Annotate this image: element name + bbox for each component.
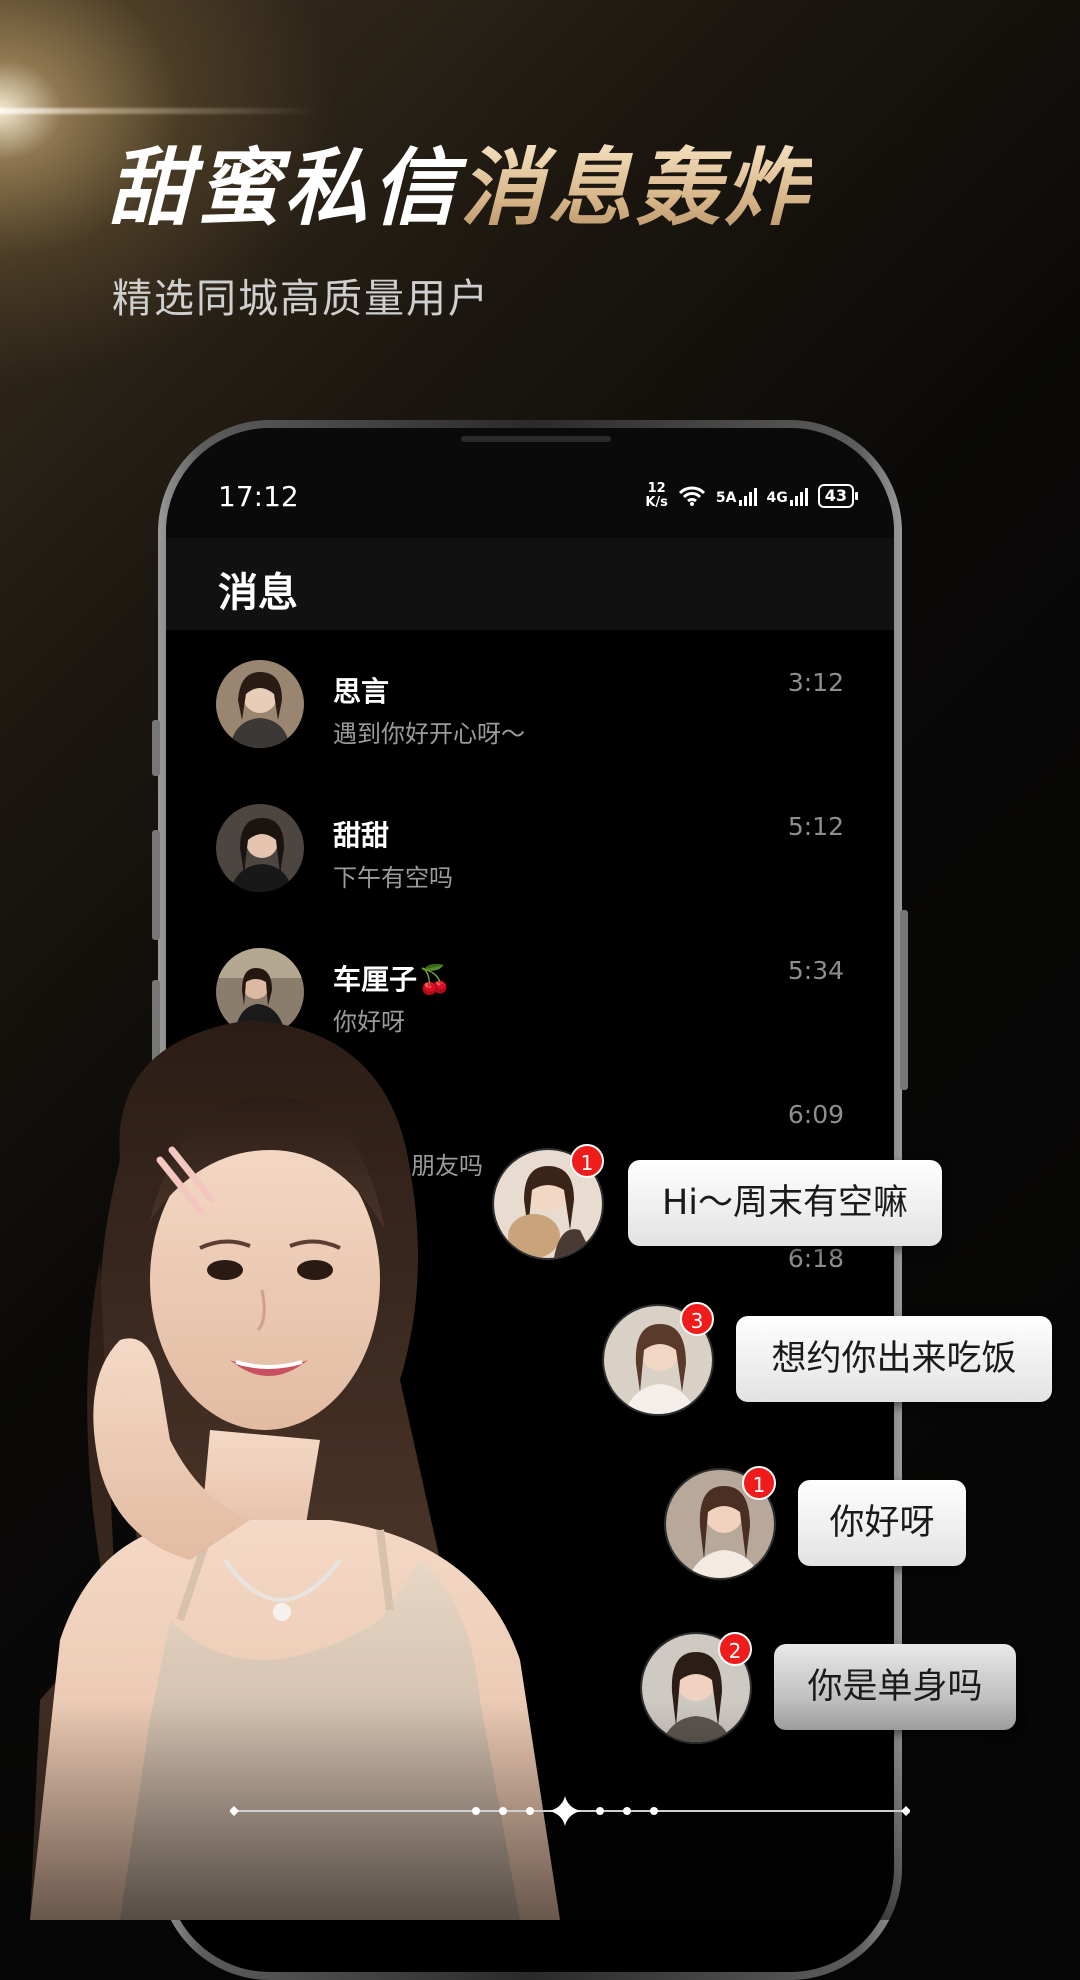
pager-dot — [596, 1807, 604, 1815]
message-row[interactable]: 思言 遇到你好开心呀～ 3:12 — [166, 640, 894, 784]
pager-end-diamond — [901, 1806, 910, 1816]
net-speed-unit: K/s — [645, 495, 668, 510]
pager-dot — [526, 1807, 534, 1815]
pager-dot — [650, 1807, 658, 1815]
message-name: 车厘子🍒 — [333, 963, 452, 996]
signal-sim1: 5A — [716, 486, 757, 506]
unread-badge: 2 — [718, 1632, 752, 1666]
status-icons: 12 K/s 5A 4G 43 — [645, 482, 859, 510]
message-time: 3:12 — [787, 668, 844, 697]
signal-sim2: 4G — [767, 486, 808, 506]
page-indicator — [230, 1796, 910, 1826]
phone-side-button — [152, 720, 160, 776]
status-bar: 17:12 12 K/s 5A 4G 43 — [166, 428, 894, 538]
message-name: 思言 — [333, 675, 390, 708]
headline: 甜蜜私信消息轰炸 — [108, 138, 812, 238]
message-preview: 遇到你好开心呀～ — [333, 720, 525, 748]
app-header: 消息 — [166, 538, 894, 630]
net-speed-value: 12 — [647, 481, 666, 496]
pager-dot — [623, 1807, 631, 1815]
status-time: 17:12 — [218, 480, 299, 513]
chat-bubble: Hi～周末有空嘛 — [628, 1160, 942, 1246]
pager-dot-active — [549, 1796, 581, 1826]
phone-side-button — [900, 910, 908, 1090]
unread-badge: 1 — [570, 1144, 604, 1178]
chat-bubble: 想约你出来吃饭 — [736, 1316, 1052, 1402]
message-time: 6:18 — [787, 1244, 844, 1273]
woman-portrait — [30, 1020, 560, 1920]
wifi-icon — [678, 486, 705, 506]
chat-bubble: 你好呀 — [798, 1480, 966, 1566]
pager-dot — [499, 1807, 507, 1815]
avatar — [216, 804, 304, 892]
message-time: 5:34 — [787, 956, 844, 985]
light-flare — [0, 108, 320, 114]
signal-bars-icon — [738, 486, 757, 506]
avatar — [216, 660, 304, 748]
pager-dot — [472, 1807, 480, 1815]
chat-bubble: 你是单身吗 — [774, 1644, 1016, 1730]
unread-badge: 3 — [680, 1302, 714, 1336]
sim2-label: 4G — [766, 490, 788, 506]
phone-speaker — [461, 436, 611, 442]
sim1-label: 5A — [715, 490, 737, 506]
battery-icon: 43 — [817, 484, 859, 508]
message-time: 5:12 — [787, 812, 844, 841]
phone-side-button — [152, 830, 160, 940]
pager-end-diamond — [230, 1806, 239, 1816]
subheadline: 精选同城高质量用户 — [112, 276, 490, 322]
unread-badge: 1 — [742, 1466, 776, 1500]
message-time: 6:09 — [787, 1100, 844, 1129]
message-name: 甜甜 — [333, 819, 390, 852]
net-speed: 12 K/s — [645, 482, 668, 510]
headline-white: 甜蜜私信 — [108, 139, 461, 237]
message-preview: 下午有空吗 — [333, 864, 453, 892]
signal-bars-icon — [789, 486, 808, 506]
page-title: 消息 — [218, 570, 298, 616]
message-row[interactable]: 甜甜 下午有空吗 5:12 — [166, 784, 894, 928]
headline-gold: 消息轰炸 — [460, 139, 813, 237]
